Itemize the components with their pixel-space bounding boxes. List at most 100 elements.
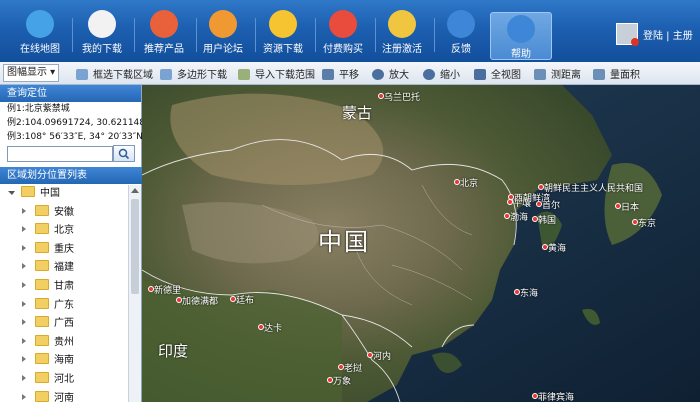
toolbar-button-1[interactable]: 我的下载 (72, 8, 132, 58)
map-label: 印度 (158, 342, 189, 360)
map-label: 日本 (621, 203, 640, 213)
map-label: 廷布 (236, 296, 255, 306)
city-marker (148, 286, 154, 292)
users-icon (209, 10, 237, 38)
query-header: 查询定位 (0, 85, 141, 102)
tool-zoom-in[interactable]: 放大 (372, 66, 409, 81)
tree-node-label: 北京 (54, 225, 74, 237)
tree-scrollbar[interactable] (128, 185, 141, 402)
folder-icon (35, 297, 49, 309)
folder-icon (21, 186, 35, 197)
toolbar-button-5[interactable]: 付费购买 (313, 8, 373, 58)
region-header: 区域划分位置列表 (0, 167, 148, 184)
city-marker (327, 377, 333, 383)
toolbar-button-2[interactable]: 推荐产品 (134, 8, 194, 58)
scroll-thumb[interactable] (131, 199, 139, 294)
folder-icon (35, 204, 49, 216)
tool-measure-distance[interactable]: 测距离 (534, 66, 581, 81)
tree-node-4[interactable]: 甘肃 (0, 278, 128, 297)
tree-node-label: 重庆 (54, 243, 74, 255)
map-label: 达卡 (264, 324, 283, 334)
tool-zoom-out[interactable]: 缩小 (423, 66, 460, 81)
tool-import[interactable]: 导入下载范围 (238, 66, 315, 81)
collapse-arrow-icon[interactable] (22, 374, 26, 381)
tool-label: 缩小 (440, 70, 460, 81)
tree-node-1[interactable]: 北京 (0, 222, 128, 241)
collapse-arrow-icon[interactable] (22, 263, 26, 270)
main-toolbar: 在线地图 我的下载 推荐产品 用户论坛 资源下载 付费购买 注册激活 反馈 帮助 登陆 | 主册 (0, 0, 700, 62)
toolbar-button-0[interactable]: 在线地图 (10, 8, 70, 58)
select-rect-icon (76, 69, 88, 80)
toolbar-button-label: 用户论坛 (203, 44, 243, 55)
collapse-arrow-icon[interactable] (22, 393, 26, 400)
map-label: 北京 (460, 179, 479, 189)
tree-node-2[interactable]: 重庆 (0, 241, 128, 260)
tool-full-view[interactable]: 全视图 (474, 66, 521, 81)
tree-node-label: 河北 (54, 373, 74, 385)
login-link[interactable]: 登陆 | 主册 (643, 27, 693, 42)
tool-pan[interactable]: 平移 (322, 66, 359, 81)
toolbar-button-8[interactable]: 帮助 (490, 12, 552, 60)
collapse-arrow-icon[interactable] (22, 207, 26, 214)
city-marker (176, 297, 182, 303)
collapse-arrow-icon[interactable] (22, 319, 26, 326)
map-label: 乌兰巴托 (384, 93, 421, 103)
collapse-arrow-icon[interactable] (22, 281, 26, 288)
folder-icon (35, 390, 49, 402)
tree-node-root[interactable]: 中国 (0, 185, 128, 204)
city-marker (504, 213, 510, 219)
frame-display-combo[interactable]: 图幅显示 ▾ (3, 64, 60, 82)
folder-icon (35, 371, 49, 383)
search-button[interactable] (113, 145, 135, 162)
collapse-arrow-icon[interactable] (22, 244, 26, 251)
tool-label: 量面积 (610, 70, 640, 81)
folder-icon (35, 278, 49, 290)
toolbar-button-7[interactable]: 反馈 (431, 8, 491, 58)
tree-node-label: 海南 (54, 355, 74, 367)
map-label: 蒙古 (342, 104, 373, 122)
tree-node-label: 安徽 (54, 206, 74, 218)
map-label: 新德里 (154, 286, 182, 296)
collapse-arrow-icon[interactable] (22, 337, 26, 344)
toolbar-button-label: 反馈 (451, 44, 471, 55)
folder-icon (35, 260, 49, 272)
toolbar-button-4[interactable]: 资源下载 (253, 8, 313, 58)
tool-polygon[interactable]: 多边形下载 (160, 66, 227, 81)
tree-node-label: 广东 (54, 299, 74, 311)
collapse-arrow-icon[interactable] (22, 300, 26, 307)
tree-node-9[interactable]: 河北 (0, 371, 128, 390)
toolbar-button-3[interactable]: 用户论坛 (193, 8, 253, 58)
tree-node-0[interactable]: 安徽 (0, 204, 128, 223)
measure-distance-icon (534, 69, 546, 80)
city-marker (230, 296, 236, 302)
city-marker (378, 93, 384, 99)
tree-node-5[interactable]: 广东 (0, 297, 128, 316)
scroll-up-icon[interactable] (131, 188, 139, 193)
toolbar-button-6[interactable]: 注册激活 (372, 8, 432, 58)
cubes-icon (150, 10, 178, 38)
tree-node-7[interactable]: 贵州 (0, 334, 128, 353)
tool-measure-area[interactable]: 量面积 (593, 66, 640, 81)
city-marker (367, 352, 373, 358)
map-label: 中国 (318, 228, 370, 256)
disc-icon (269, 10, 297, 38)
toolbar-button-label: 资源下载 (263, 44, 303, 55)
map-label: 朝鲜民主主义人民共和国 (544, 184, 644, 194)
collapse-arrow-icon[interactable] (22, 356, 26, 363)
search-input[interactable] (7, 146, 113, 162)
tool-select-rect[interactable]: 框选下载区域 (76, 66, 153, 81)
tool-label: 框选下载区域 (93, 70, 153, 81)
cart-icon (329, 10, 357, 38)
tree-node-8[interactable]: 海南 (0, 352, 128, 371)
expand-icon[interactable] (8, 191, 15, 195)
tree-node-label: 福建 (54, 262, 74, 274)
region-tree: 中国安徽北京重庆福建甘肃广东广西 贵州海南河北河南 (0, 185, 128, 402)
tree-node-10[interactable]: 河南 (0, 390, 128, 402)
collapse-arrow-icon[interactable] (22, 226, 26, 233)
map-label: 老挝 (344, 364, 363, 374)
zoom-in-icon (372, 69, 384, 80)
tree-node-6[interactable]: 广西 (0, 315, 128, 334)
map-view[interactable]: 蒙古 中国 印度 乌兰巴托 北京 平壤 首尔 韩国 日本 东京 东海 黄海 渤海 西朝鲜湾 新德里 加德满都廷… (142, 85, 700, 402)
tree-node-3[interactable]: 福建 (0, 259, 128, 278)
city-marker (514, 289, 520, 295)
